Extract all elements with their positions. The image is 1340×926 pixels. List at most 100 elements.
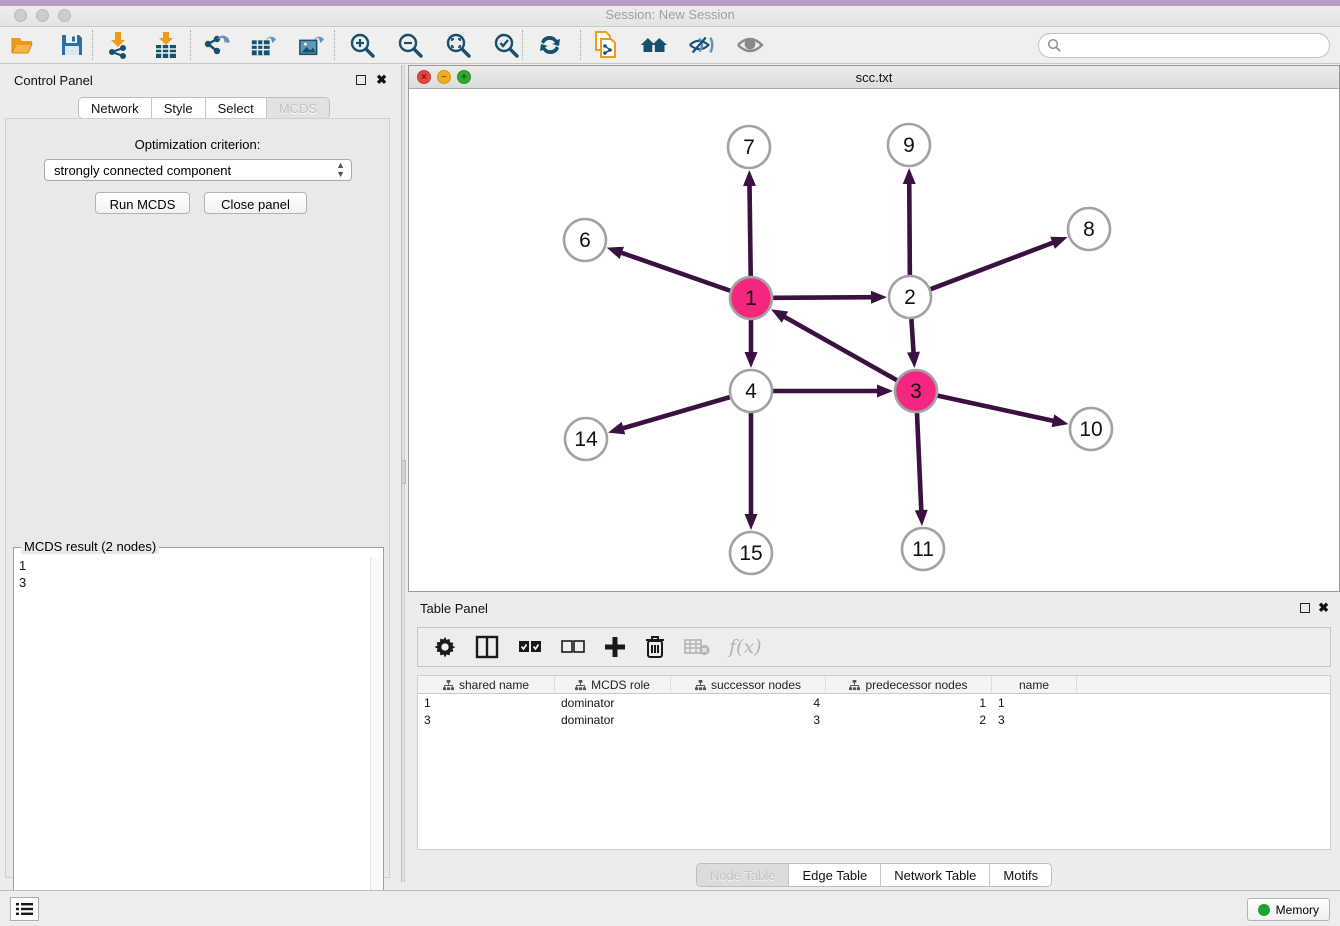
- arrowhead-1-6: [607, 247, 624, 259]
- criterion-select[interactable]: strongly connected component ▲▼: [44, 159, 352, 181]
- tab-network[interactable]: Network: [79, 98, 152, 119]
- export-image-icon[interactable]: [298, 31, 326, 59]
- cell-MCDS-role[interactable]: dominator: [555, 712, 671, 729]
- function-builder-icon[interactable]: f(x): [729, 634, 762, 660]
- close-panel-icon[interactable]: ✖: [376, 72, 387, 88]
- arrowhead-2-9: [903, 168, 916, 184]
- column-type-icon: [575, 680, 586, 691]
- refresh-layout-icon[interactable]: [536, 31, 564, 59]
- table-toolbar: f(x): [417, 627, 1331, 667]
- search-field[interactable]: [1038, 33, 1330, 58]
- main-toolbar: [0, 27, 1340, 64]
- open-network-home-icon[interactable]: [640, 31, 668, 59]
- column-layout-icon[interactable]: [475, 634, 499, 660]
- table-settings-icon[interactable]: [434, 634, 456, 660]
- show-panels-icon[interactable]: [736, 31, 764, 59]
- edge-1-2[interactable]: [773, 297, 874, 298]
- tab-network-table[interactable]: Network Table: [881, 864, 990, 886]
- tab-edge-table[interactable]: Edge Table: [789, 864, 881, 886]
- result-item: 3: [19, 574, 26, 591]
- cell-predecessor-nodes[interactable]: 1: [826, 695, 992, 712]
- mac-titlebar: Session: New Session: [0, 0, 1340, 27]
- cell-name[interactable]: 3: [992, 712, 1077, 729]
- node-label-1: 1: [745, 287, 757, 310]
- cell-successor-nodes[interactable]: 3: [671, 712, 826, 729]
- edge-2-9[interactable]: [909, 181, 910, 275]
- column-header-name[interactable]: name: [992, 676, 1077, 694]
- open-session-icon[interactable]: [10, 31, 38, 59]
- edge-3-10[interactable]: [937, 396, 1055, 422]
- select-stepper-icon: ▲▼: [336, 161, 345, 179]
- toolbar-separator: [190, 30, 191, 60]
- deselect-all-columns-icon[interactable]: [561, 634, 585, 660]
- mcds-result-title: MCDS result (2 nodes): [21, 539, 159, 554]
- tab-node-table[interactable]: Node Table: [697, 864, 790, 886]
- column-header-MCDS-role[interactable]: MCDS role: [555, 676, 671, 694]
- cell-shared-name[interactable]: 1: [418, 695, 555, 712]
- memory-button[interactable]: Memory: [1247, 898, 1330, 921]
- edge-3-1[interactable]: [782, 316, 896, 381]
- edge-2-8[interactable]: [931, 242, 1056, 289]
- tab-motifs[interactable]: Motifs: [990, 864, 1051, 886]
- node-label-10: 10: [1079, 418, 1102, 441]
- mcds-result-box: MCDS result (2 nodes) 13: [13, 547, 384, 925]
- tab-mcds[interactable]: MCDS: [267, 98, 329, 119]
- zoom-in-icon[interactable]: [348, 31, 376, 59]
- select-all-columns-icon[interactable]: [518, 634, 542, 660]
- column-header-predecessor-nodes[interactable]: predecessor nodes: [826, 676, 992, 694]
- node-label-15: 15: [739, 542, 762, 565]
- import-network-icon[interactable]: [104, 31, 132, 59]
- float-table-panel-icon[interactable]: [1300, 603, 1310, 613]
- edge-1-7[interactable]: [749, 183, 750, 276]
- edge-2-3[interactable]: [911, 319, 913, 355]
- node-label-6: 6: [579, 229, 591, 252]
- network-graph-canvas[interactable]: 7968124314101511: [409, 89, 1339, 591]
- tab-style[interactable]: Style: [152, 98, 206, 119]
- edge-4-14[interactable]: [621, 397, 730, 429]
- close-table-panel-icon[interactable]: ✖: [1318, 600, 1329, 616]
- cell-name[interactable]: 1: [992, 695, 1077, 712]
- search-input[interactable]: [1062, 38, 1312, 53]
- table-row[interactable]: 1dominator411: [418, 695, 1330, 712]
- result-item: 1: [19, 557, 26, 574]
- table-row[interactable]: 3dominator323: [418, 712, 1330, 729]
- edge-1-6[interactable]: [619, 252, 730, 291]
- arrowhead-3-11: [915, 510, 928, 526]
- cell-shared-name[interactable]: 3: [418, 712, 555, 729]
- zoom-selected-icon[interactable]: [492, 31, 520, 59]
- add-row-icon[interactable]: [604, 634, 626, 660]
- float-panel-icon[interactable]: [356, 75, 366, 85]
- export-network-icon[interactable]: [202, 31, 230, 59]
- column-header-shared-name[interactable]: shared name: [418, 676, 555, 694]
- delete-row-icon[interactable]: [645, 634, 665, 660]
- splitter-handle[interactable]: [401, 460, 406, 484]
- zoom-out-icon[interactable]: [396, 31, 424, 59]
- cell-MCDS-role[interactable]: dominator: [555, 695, 671, 712]
- delete-table-icon[interactable]: [684, 634, 710, 660]
- save-session-icon[interactable]: [58, 31, 86, 59]
- duplicate-network-icon[interactable]: [592, 31, 620, 59]
- mcds-result-frame: [13, 547, 384, 925]
- close-panel-button[interactable]: Close panel: [204, 192, 307, 214]
- cell-predecessor-nodes[interactable]: 2: [826, 712, 992, 729]
- vertical-splitter[interactable]: [401, 65, 405, 882]
- mcds-result-list[interactable]: 13: [19, 557, 26, 591]
- task-history-button[interactable]: [10, 897, 39, 921]
- status-bar: Memory: [0, 890, 1340, 926]
- export-table-icon[interactable]: [250, 31, 278, 59]
- toolbar-separator: [580, 30, 581, 60]
- result-scrollbar[interactable]: [370, 557, 383, 924]
- toolbar-separator: [522, 30, 523, 60]
- zoom-fit-icon[interactable]: [444, 31, 472, 59]
- run-mcds-button[interactable]: Run MCDS: [95, 192, 190, 214]
- network-window-titlebar: × − + scc.txt: [409, 66, 1339, 89]
- cell-successor-nodes[interactable]: 4: [671, 695, 826, 712]
- column-label: predecessor nodes: [865, 678, 967, 692]
- hide-panels-icon[interactable]: [688, 31, 716, 59]
- column-header-successor-nodes[interactable]: successor nodes: [671, 676, 826, 694]
- edge-3-11[interactable]: [917, 413, 921, 513]
- column-type-icon: [695, 680, 706, 691]
- import-table-icon[interactable]: [152, 31, 180, 59]
- tab-select[interactable]: Select: [206, 98, 267, 119]
- column-type-icon: [849, 680, 860, 691]
